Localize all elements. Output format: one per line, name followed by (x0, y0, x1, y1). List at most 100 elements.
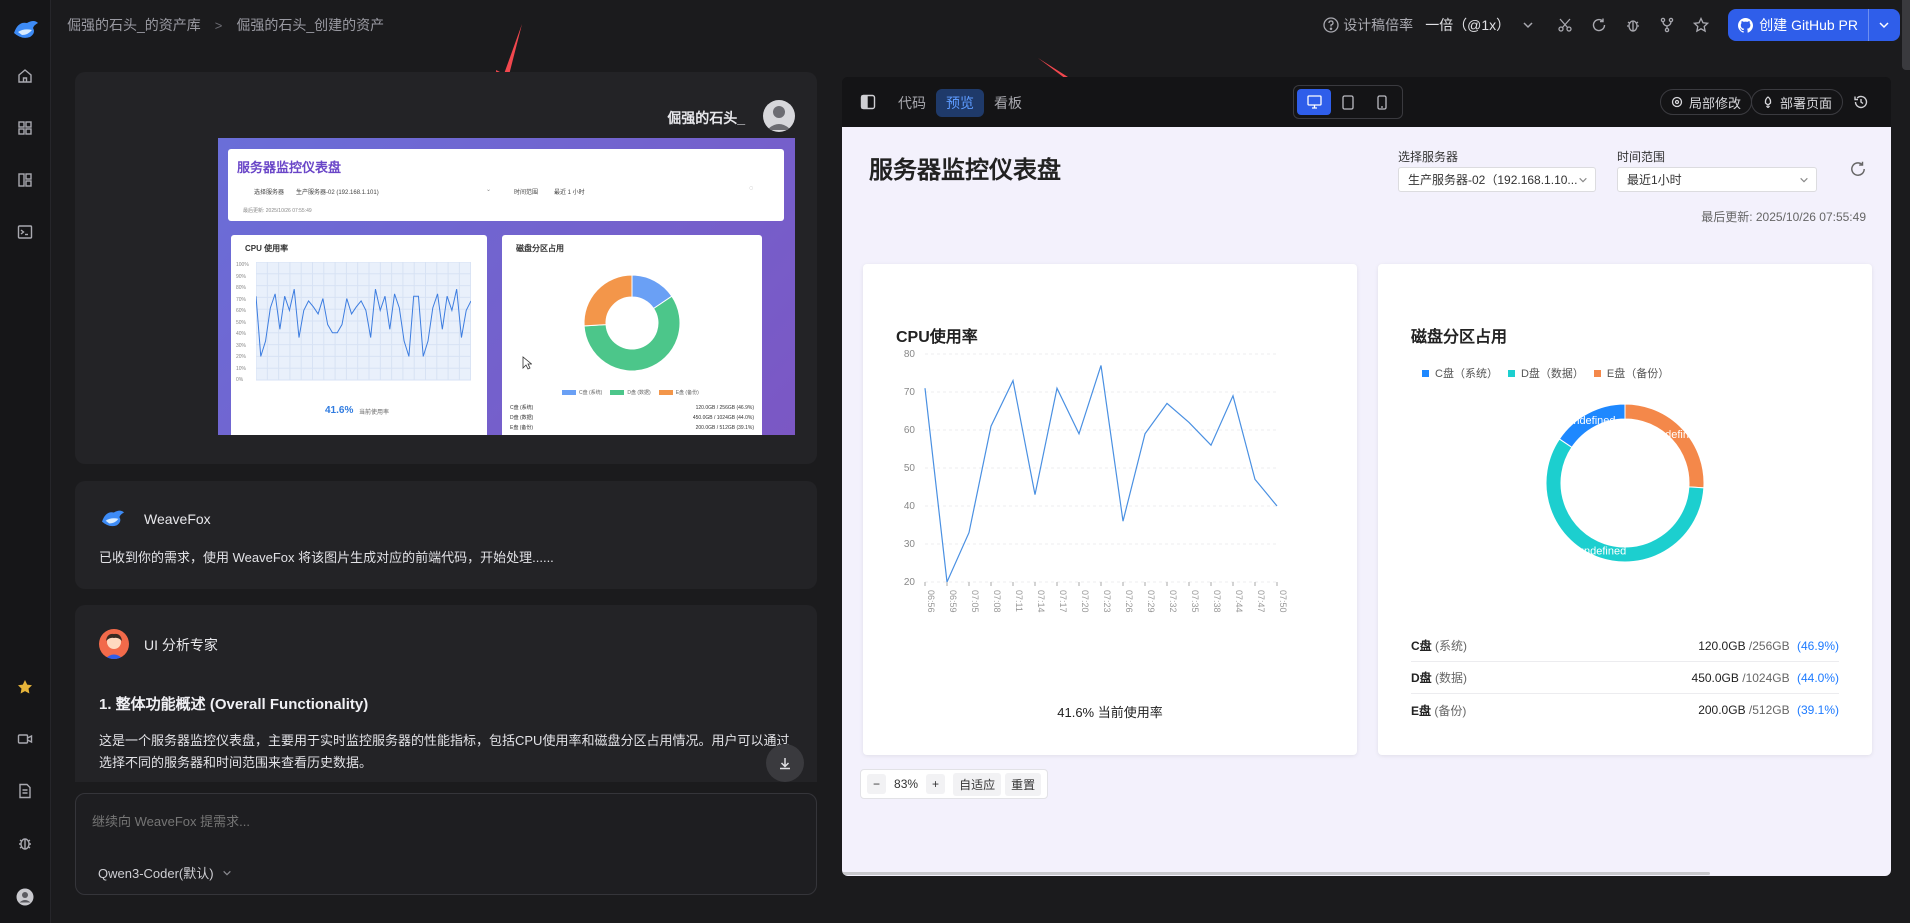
weavefox-logo[interactable] (12, 16, 40, 42)
thumb-y-tick: 100% (236, 262, 249, 268)
x-tick-label: 07:38 (1212, 590, 1222, 613)
breadcrumb-item-assets[interactable]: 倔强的石头_创建的资产 (236, 15, 384, 35)
sidebar-toggle-icon[interactable] (860, 94, 876, 110)
section-heading: 1. 整体功能概述 (Overall Functionality) (99, 696, 369, 713)
expert-name: UI 分析专家 (144, 637, 218, 653)
chevron-down-icon[interactable] (1522, 19, 1534, 31)
x-tick-label: 07:32 (1168, 590, 1178, 613)
deploy-page-label: 部署页面 (1780, 95, 1833, 111)
branch-icon[interactable] (1650, 9, 1684, 41)
reset-button[interactable]: 重置 (1005, 772, 1042, 796)
zoom-in-button[interactable]: + (926, 774, 946, 794)
disk-name: C盘 (1411, 639, 1432, 653)
home-icon[interactable] (13, 64, 37, 88)
scroll-to-bottom-button[interactable] (766, 744, 804, 782)
uploaded-image-thumbnail[interactable]: 服务器监控仪表盘 选择服务器 生产服务器-02 (192.168.1.101) … (218, 138, 795, 435)
thumb-legend: C盘 (系统) D盘 (数据) E盘 (备份) (562, 389, 699, 396)
right-edge-handle[interactable] (1902, 0, 1910, 70)
thumb-row-value: 450.0GB / 1024GB (44.0%) (692, 415, 754, 421)
document-icon[interactable] (13, 779, 37, 803)
x-tick-label: 07:08 (992, 590, 1002, 613)
tab-board[interactable]: 看板 (984, 89, 1032, 117)
x-tick-label: 07:20 (1080, 590, 1090, 613)
help-icon[interactable] (1323, 17, 1339, 33)
legend-item-d[interactable]: D盘（数据） (1507, 365, 1584, 381)
video-icon[interactable] (13, 727, 37, 751)
grid-icon[interactable] (13, 116, 37, 140)
disk-donut-chart: undefined undefined undefined (1545, 403, 1705, 563)
thumb-row-name: C盘 (系统) (510, 405, 534, 411)
disk-total: /1024GB (1742, 670, 1790, 685)
x-tick-label: 07:05 (970, 590, 980, 613)
thumb-server-value: 生产服务器-02 (192.168.1.101) (296, 190, 379, 196)
bot-message: 已收到你的需求，使用 WeaveFox 将该图片生成对应的前端代码，开始处理..… (99, 550, 554, 565)
disk-row: E盘 (备份) 200.0GB /512GB (39.1%) (1411, 694, 1839, 726)
disk-percent: (46.9%) (1796, 638, 1839, 653)
time-range-select[interactable]: 最近1小时 (1617, 167, 1817, 192)
chevron-down-icon (1578, 175, 1588, 185)
donut-label: undefined (1567, 415, 1615, 427)
tab-code[interactable]: 代码 (888, 89, 936, 117)
legend-item-e[interactable]: E盘（备份） (1593, 365, 1669, 381)
refresh-icon[interactable] (1582, 9, 1616, 41)
thumb-legend-d-label: D盘 (数据) (627, 390, 651, 396)
thumb-legend-c-label: C盘 (系统) (579, 390, 603, 396)
disk-name-group: C盘 (系统) (1411, 637, 1467, 654)
scissors-icon[interactable] (1548, 9, 1582, 41)
tab-preview[interactable]: 预览 (936, 89, 984, 117)
components-icon[interactable] (13, 168, 37, 192)
thumb-legend-e: E盘 (备份) (658, 389, 699, 396)
refresh-icon[interactable] (1849, 160, 1867, 178)
design-rate-select[interactable]: 一倍（@1x） (1425, 15, 1510, 35)
thumb-y-tick: 40% (236, 331, 247, 337)
thumb-cpu-title: CPU 使用率 (245, 244, 289, 253)
target-icon (1671, 96, 1683, 108)
x-tick-label: 07:14 (1036, 590, 1046, 613)
mobile-icon[interactable] (1365, 89, 1399, 115)
chevron-down-icon[interactable] (1868, 9, 1890, 41)
thumb-disk-rows: C盘 (系统) 120.0GB / 256GB (46.9%) D盘 (数据) 45… (510, 403, 754, 433)
preview-toolbar: 代码 预览 看板 局部修改 部署页面 (842, 77, 1891, 127)
thumb-row-name: D盘 (数据) (510, 415, 534, 421)
user-name: 倔强的石头_ (667, 110, 745, 126)
zoom-out-button[interactable]: − (867, 774, 887, 794)
disk-usage-list: C盘 (系统) 120.0GB /256GB (46.9%) D盘 (数据) 450.… (1411, 630, 1839, 726)
chat-panel: 倔强的石头_ 服务器监控仪表盘 选择服务器 生产服务器-02 (192.168.… (75, 72, 817, 782)
x-tick-label: 07:35 (1190, 590, 1200, 613)
disk-name: E盘 (1411, 703, 1432, 718)
thumb-y-tick: 60% (236, 308, 247, 314)
fit-button[interactable]: 自适应 (953, 772, 1002, 796)
star-outline-icon[interactable] (1684, 9, 1718, 41)
bug-icon[interactable] (13, 831, 37, 855)
cpu-card: CPU使用率 20 30 40 50 60 70 80 06:56 06:59 07:05 07:0… (863, 264, 1357, 755)
terminal-icon[interactable] (13, 220, 37, 244)
disk-label: (数据) (1435, 671, 1468, 685)
thumb-title: 服务器监控仪表盘 (237, 160, 342, 175)
user-message-card: 倔强的石头_ 服务器监控仪表盘 选择服务器 生产服务器-02 (192.168.… (75, 72, 817, 464)
x-tick-label: 07:44 (1234, 590, 1244, 613)
section-text: 这是一个服务器监控仪表盘，主要用于实时监控服务器的性能指标，包括CPU使用率和磁… (99, 733, 790, 748)
server-select[interactable]: 生产服务器-02（192.168.1.10... (1398, 167, 1596, 192)
history-icon[interactable] (1853, 94, 1869, 110)
model-select[interactable]: Qwen3-Coder(默认) (98, 863, 232, 882)
create-github-pr-button[interactable]: 创建 GitHub PR (1728, 9, 1900, 41)
deploy-page-button[interactable]: 部署页面 (1751, 89, 1844, 115)
disk-usage-group: 450.0GB /1024GB (44.0%) (1692, 671, 1839, 685)
horizontal-scrollbar[interactable] (842, 872, 1710, 875)
breadcrumb-item-library[interactable]: 倔强的石头_的资产库 (67, 15, 201, 35)
donut-label: undefined (1653, 429, 1701, 441)
tablet-icon[interactable] (1331, 89, 1365, 115)
prompt-input[interactable] (92, 810, 792, 832)
star-icon[interactable] (13, 675, 37, 699)
debug-icon[interactable] (1616, 9, 1650, 41)
legend-item-c[interactable]: C盘（系统） (1422, 365, 1498, 381)
thumb-cpu-value-label: 当前使用率 (359, 410, 390, 416)
disk-name-group: D盘 (数据) (1411, 669, 1467, 686)
user-avatar-icon[interactable] (13, 885, 37, 909)
desktop-icon[interactable] (1297, 89, 1331, 115)
thumb-row-value: 120.0GB / 256GB (46.9%) (695, 405, 754, 411)
thumb-y-tick: 90% (236, 273, 247, 280)
thumb-cpu-chart (256, 262, 471, 381)
local-edit-button[interactable]: 局部修改 (1660, 89, 1753, 115)
thumb-disk-donut (583, 274, 681, 372)
